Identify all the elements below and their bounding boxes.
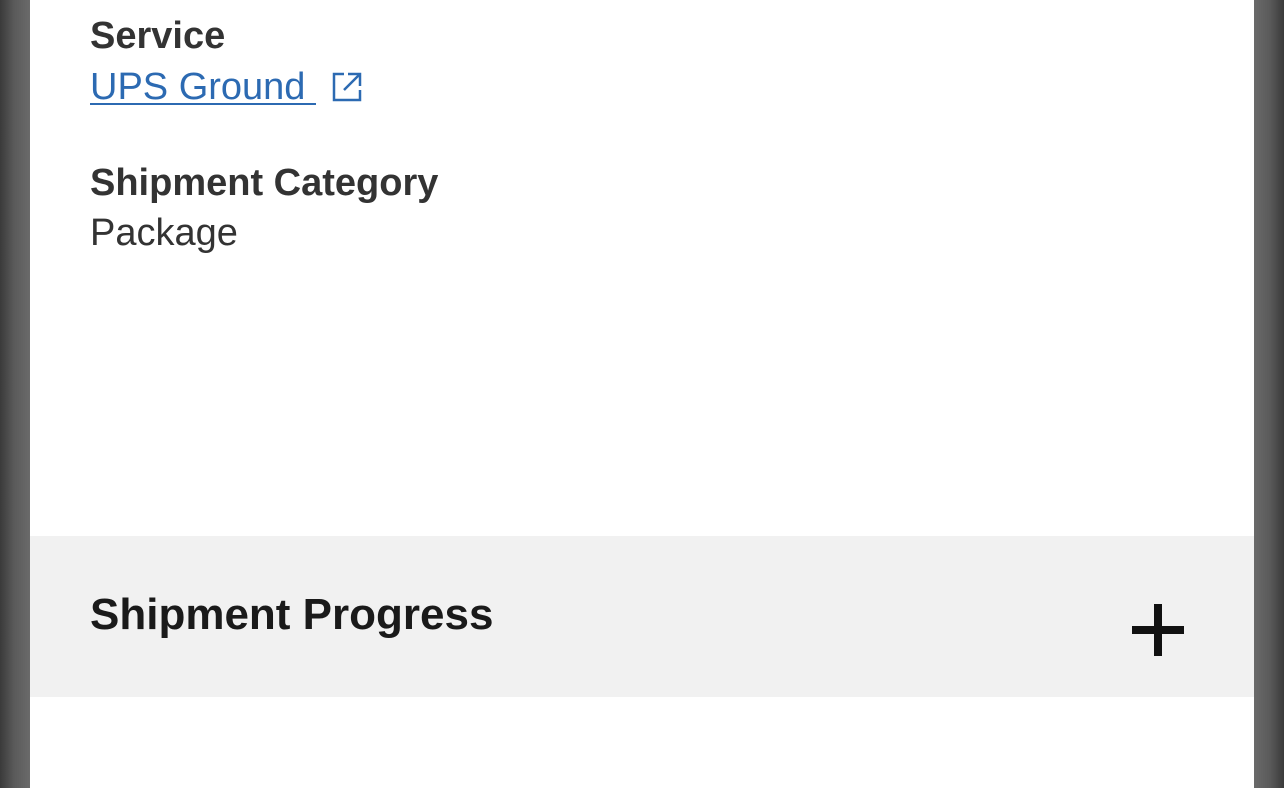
shipment-progress-title[interactable]: Shipment Progress: [90, 593, 493, 637]
shipment-category-value: Package: [90, 212, 238, 254]
service-link[interactable]: UPS Ground: [90, 68, 364, 106]
modal-backdrop: Service UPS Ground Shipment Category Pac…: [0, 0, 1284, 788]
shipment-category-label: Shipment Category: [90, 162, 439, 204]
plus-icon[interactable]: [1130, 602, 1186, 658]
external-link-icon[interactable]: [330, 70, 364, 104]
service-link-text[interactable]: UPS Ground: [90, 68, 316, 106]
shipment-progress-accordion[interactable]: Shipment Progress: [30, 536, 1254, 697]
service-label: Service: [90, 15, 226, 57]
shipment-details-panel: Service UPS Ground Shipment Category Pac…: [30, 0, 1254, 788]
